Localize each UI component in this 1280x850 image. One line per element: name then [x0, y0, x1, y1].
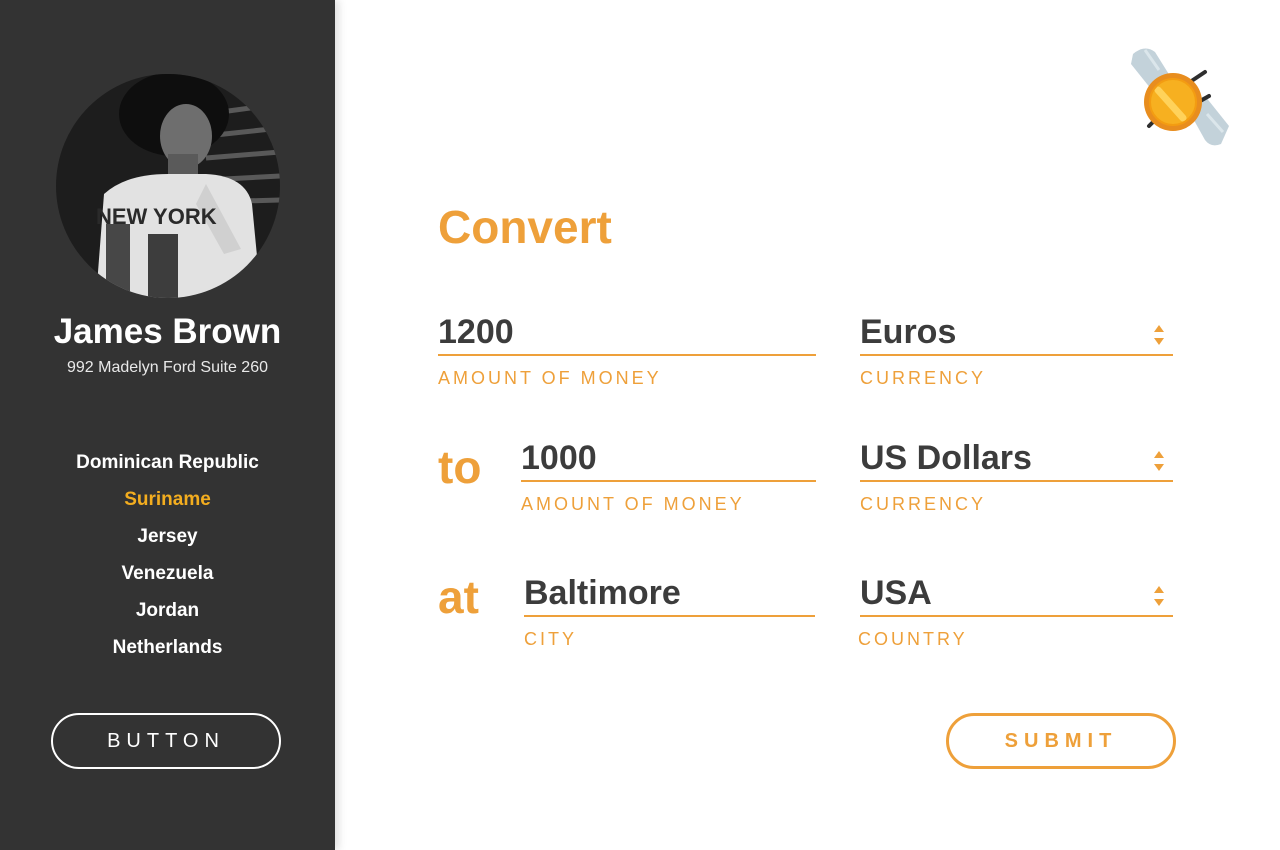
country-nav: Dominican Republic Suriname Jersey Venez… [0, 451, 335, 673]
city-label: CITY [524, 629, 578, 649]
from-amount-field: 1200 AMOUNT OF MONEY [438, 312, 816, 389]
to-currency-select[interactable]: US Dollars [860, 438, 1173, 482]
at-word: at [438, 571, 479, 623]
to-currency-label: CURRENCY [860, 494, 987, 514]
city-input[interactable]: Baltimore [524, 573, 815, 617]
country-label: COUNTRY [858, 629, 968, 649]
from-amount-label: AMOUNT OF MONEY [438, 368, 662, 388]
nav-item-dominican-republic[interactable]: Dominican Republic [0, 451, 335, 488]
from-currency-value: Euros [860, 313, 957, 351]
submit-button[interactable]: SUBMIT [946, 713, 1176, 769]
country-value: USA [860, 574, 932, 612]
sidebar: NEW YORK James Brown 992 Madelyn Ford Su… [0, 0, 335, 850]
from-currency-label: CURRENCY [860, 368, 987, 388]
nav-item-jersey[interactable]: Jersey [0, 525, 335, 562]
nav-item-venezuela[interactable]: Venezuela [0, 562, 335, 599]
page-title: Convert [438, 201, 612, 253]
to-amount-label: AMOUNT OF MONEY [521, 494, 745, 514]
coin-bee-icon [1125, 44, 1235, 150]
from-currency-select[interactable]: Euros [860, 312, 1173, 356]
select-arrows-icon [1154, 325, 1164, 345]
to-amount-field: 1000 AMOUNT OF MONEY [521, 438, 816, 515]
country-field: USA COUNTRY [858, 573, 1173, 650]
from-amount-input[interactable]: 1200 [438, 312, 816, 356]
country-select[interactable]: USA [860, 573, 1173, 617]
to-amount-input[interactable]: 1000 [521, 438, 816, 482]
city-field: Baltimore CITY [524, 573, 815, 650]
nav-item-suriname[interactable]: Suriname [0, 488, 335, 525]
select-arrows-icon [1154, 451, 1164, 471]
to-word: to [438, 441, 482, 493]
avatar: NEW YORK [56, 74, 280, 298]
avatar-shirt-text: NEW YORK [96, 204, 217, 229]
select-arrows-icon [1154, 586, 1164, 606]
nav-item-netherlands[interactable]: Netherlands [0, 636, 335, 673]
avatar-photo: NEW YORK [56, 74, 280, 298]
from-currency-field: Euros CURRENCY [860, 312, 1173, 389]
user-name: James Brown [53, 312, 282, 351]
to-currency-field: US Dollars CURRENCY [860, 438, 1173, 515]
to-currency-value: US Dollars [860, 439, 1032, 477]
nav-item-jordan[interactable]: Jordan [0, 599, 335, 636]
user-address: 992 Madelyn Ford Suite 260 [66, 359, 268, 376]
sidebar-button[interactable]: BUTTON [51, 713, 281, 769]
